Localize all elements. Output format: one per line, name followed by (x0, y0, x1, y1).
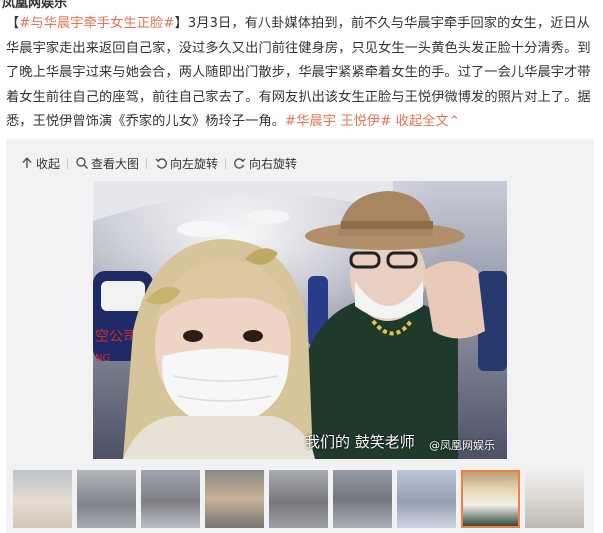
author-bar: 凤凰网娱乐 (0, 0, 603, 10)
rotate-right-icon (233, 156, 247, 170)
collapse-image-button[interactable]: 收起 (20, 155, 60, 172)
collapse-text-label: 收起全文 (395, 114, 449, 130)
bracket-right: 】 (174, 16, 188, 31)
collapse-up-icon: ⌃ (448, 114, 460, 130)
thumbnail-item[interactable] (13, 470, 72, 528)
post-text: 【#与华晨宇牵手女生正脸#】3月3日，有八卦媒体拍到，前不久与华晨宇牵手回家的女… (6, 12, 594, 135)
seat-sign-text: 空公司 (95, 329, 137, 345)
post-body: 3月3日，有八卦媒体拍到，前不久与华晨宇牵手回家的女生，近日从华晨宇家走出来返回… (6, 16, 591, 130)
toolbar-divider (67, 157, 69, 169)
seat-sign-text-2: NG (95, 353, 110, 364)
thumbnail-item[interactable] (205, 470, 264, 528)
media-box: 收起 查看大图 向左旋转 向右旋转 空公司 NG 我们的 鼓笑老师 @凤凰网娱乐 (6, 139, 594, 533)
rotate-right-button[interactable]: 向右旋转 (233, 155, 297, 172)
view-large-button[interactable]: 查看大图 (75, 155, 139, 172)
topic-tag-link[interactable]: #华晨宇 王悦伊# (285, 114, 391, 129)
thumbnail-item[interactable] (269, 470, 328, 528)
arrow-up-icon (20, 156, 34, 170)
thumbnail-item-active[interactable] (461, 470, 520, 528)
selfie-photo: 空公司 NG (93, 181, 507, 459)
topic-link[interactable]: #与华晨宇牵手女生正脸# (19, 16, 174, 31)
thumbnail-item[interactable] (77, 470, 136, 528)
collapse-text-link[interactable]: 收起全文⌃ (396, 114, 460, 129)
thumbnail-item[interactable] (525, 470, 584, 528)
view-large-label: 查看大图 (91, 156, 140, 171)
search-icon (75, 156, 89, 170)
author-name[interactable]: 凤凰网娱乐 (2, 0, 67, 10)
rotate-left-icon (154, 156, 168, 170)
thumbnail-item[interactable] (333, 470, 392, 528)
rotate-left-button[interactable]: 向左旋转 (154, 155, 218, 172)
collapse-image-label: 收起 (36, 156, 61, 171)
tag-part-2: 王悦伊# (340, 114, 392, 130)
rotate-left-label: 向左旋转 (170, 156, 219, 171)
main-photo[interactable]: 空公司 NG 我们的 鼓笑老师 @凤凰网娱乐 (93, 181, 507, 459)
thumbnail-item[interactable] (141, 470, 200, 528)
bracket-left: 【 (6, 16, 20, 31)
toolbar-divider (146, 157, 148, 169)
image-toolbar: 收起 查看大图 向左旋转 向右旋转 (20, 155, 297, 171)
thumbnail-strip (13, 470, 587, 528)
tag-part-1: #华晨宇 (285, 114, 337, 130)
rotate-right-label: 向右旋转 (249, 156, 298, 171)
photo-caption: 我们的 鼓笑老师 (305, 433, 415, 451)
photo-watermark: @凤凰网娱乐 (429, 439, 495, 452)
thumbnail-item[interactable] (397, 470, 456, 528)
toolbar-divider (225, 157, 227, 169)
